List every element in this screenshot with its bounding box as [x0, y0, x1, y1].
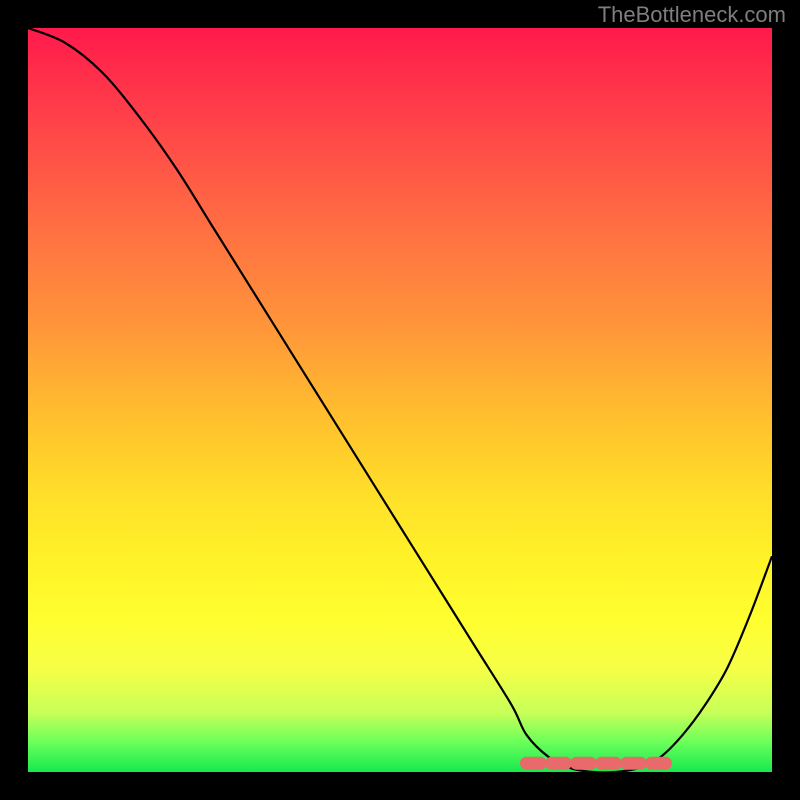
plot-area — [28, 28, 772, 772]
attribution-text: TheBottleneck.com — [598, 2, 786, 28]
bottleneck-chart: TheBottleneck.com — [0, 0, 800, 800]
bottleneck-curve — [28, 28, 772, 772]
chart-overlay — [28, 28, 772, 772]
